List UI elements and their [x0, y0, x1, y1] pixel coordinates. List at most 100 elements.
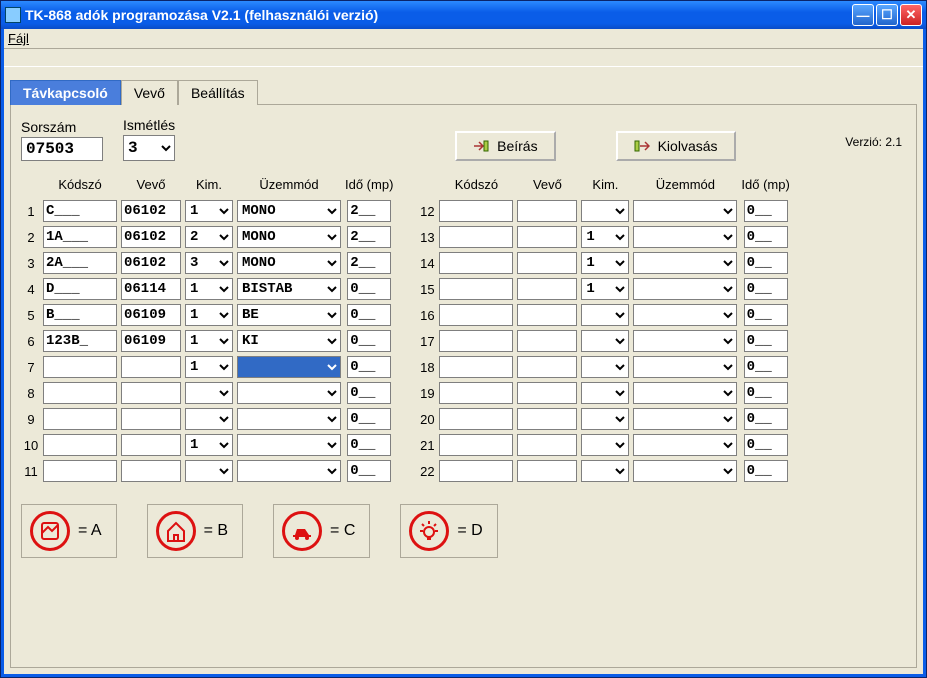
ido-input[interactable] — [347, 434, 391, 456]
kodszo-input[interactable] — [439, 408, 513, 430]
minimize-button[interactable]: — — [852, 4, 874, 26]
ido-input[interactable] — [744, 252, 788, 274]
uzemmod-select[interactable] — [237, 382, 341, 404]
kodszo-input[interactable] — [43, 434, 117, 456]
kim-select[interactable]: 1 — [185, 330, 233, 352]
kim-select[interactable]: 1 — [185, 356, 233, 378]
ismetles-select[interactable]: 3 — [123, 135, 175, 161]
vevo-input[interactable] — [121, 252, 181, 274]
kim-select[interactable] — [185, 460, 233, 482]
ido-input[interactable] — [744, 226, 788, 248]
kim-select[interactable] — [581, 434, 629, 456]
kim-select[interactable] — [581, 460, 629, 482]
kodszo-input[interactable] — [439, 252, 513, 274]
ido-input[interactable] — [347, 226, 391, 248]
vevo-input[interactable] — [517, 460, 577, 482]
kodszo-input[interactable] — [439, 304, 513, 326]
ido-input[interactable] — [744, 382, 788, 404]
vevo-input[interactable] — [517, 200, 577, 222]
kodszo-input[interactable] — [439, 330, 513, 352]
vevo-input[interactable] — [517, 330, 577, 352]
sorszam-input[interactable] — [21, 137, 103, 161]
vevo-input[interactable] — [517, 434, 577, 456]
kodszo-input[interactable] — [43, 382, 117, 404]
vevo-input[interactable] — [121, 434, 181, 456]
uzemmod-select[interactable] — [633, 200, 737, 222]
uzemmod-select[interactable] — [237, 460, 341, 482]
ido-input[interactable] — [347, 330, 391, 352]
vevo-input[interactable] — [517, 408, 577, 430]
kim-select[interactable] — [581, 330, 629, 352]
ido-input[interactable] — [347, 460, 391, 482]
ido-input[interactable] — [347, 252, 391, 274]
vevo-input[interactable] — [517, 252, 577, 274]
vevo-input[interactable] — [121, 460, 181, 482]
vevo-input[interactable] — [517, 278, 577, 300]
kim-select[interactable]: 1 — [185, 304, 233, 326]
kim-select[interactable]: 1 — [185, 278, 233, 300]
vevo-input[interactable] — [121, 356, 181, 378]
kim-select[interactable] — [581, 356, 629, 378]
vevo-input[interactable] — [517, 226, 577, 248]
vevo-input[interactable] — [121, 330, 181, 352]
maximize-button[interactable]: ☐ — [876, 4, 898, 26]
kodszo-input[interactable] — [43, 356, 117, 378]
uzemmod-select[interactable]: BE — [237, 304, 341, 326]
kodszo-input[interactable] — [439, 434, 513, 456]
kodszo-input[interactable] — [43, 278, 117, 300]
uzemmod-select[interactable] — [237, 434, 341, 456]
uzemmod-select[interactable] — [237, 356, 341, 378]
vevo-input[interactable] — [121, 200, 181, 222]
kodszo-input[interactable] — [43, 408, 117, 430]
ido-input[interactable] — [347, 278, 391, 300]
uzemmod-select[interactable]: MONO — [237, 226, 341, 248]
ido-input[interactable] — [744, 304, 788, 326]
kim-select[interactable]: 1 — [185, 434, 233, 456]
ido-input[interactable] — [347, 408, 391, 430]
ido-input[interactable] — [347, 382, 391, 404]
ido-input[interactable] — [744, 408, 788, 430]
menu-file[interactable]: Fájl — [8, 31, 29, 46]
uzemmod-select[interactable] — [633, 356, 737, 378]
kodszo-input[interactable] — [439, 382, 513, 404]
ido-input[interactable] — [347, 356, 391, 378]
tab-beallitas[interactable]: Beállítás — [178, 80, 258, 105]
kodszo-input[interactable] — [439, 226, 513, 248]
kodszo-input[interactable] — [43, 226, 117, 248]
vevo-input[interactable] — [121, 304, 181, 326]
uzemmod-select[interactable] — [633, 278, 737, 300]
ido-input[interactable] — [744, 356, 788, 378]
uzemmod-select[interactable] — [633, 460, 737, 482]
ido-input[interactable] — [744, 278, 788, 300]
uzemmod-select[interactable] — [633, 382, 737, 404]
uzemmod-select[interactable] — [633, 252, 737, 274]
ido-input[interactable] — [744, 434, 788, 456]
kim-select[interactable] — [581, 304, 629, 326]
vevo-input[interactable] — [121, 278, 181, 300]
kodszo-input[interactable] — [43, 200, 117, 222]
kim-select[interactable] — [581, 408, 629, 430]
uzemmod-select[interactable]: KI — [237, 330, 341, 352]
uzemmod-select[interactable] — [633, 226, 737, 248]
kodszo-input[interactable] — [439, 200, 513, 222]
ido-input[interactable] — [744, 200, 788, 222]
vevo-input[interactable] — [121, 408, 181, 430]
vevo-input[interactable] — [121, 226, 181, 248]
uzemmod-select[interactable] — [633, 330, 737, 352]
kim-select[interactable] — [581, 382, 629, 404]
vevo-input[interactable] — [517, 356, 577, 378]
ido-input[interactable] — [744, 330, 788, 352]
beiras-button[interactable]: Beírás — [455, 131, 555, 161]
kodszo-input[interactable] — [439, 278, 513, 300]
ido-input[interactable] — [347, 304, 391, 326]
vevo-input[interactable] — [517, 382, 577, 404]
vevo-input[interactable] — [517, 304, 577, 326]
kim-select[interactable]: 1 — [581, 252, 629, 274]
kim-select[interactable] — [185, 408, 233, 430]
kodszo-input[interactable] — [43, 460, 117, 482]
kim-select[interactable] — [581, 200, 629, 222]
uzemmod-select[interactable]: BISTAB — [237, 278, 341, 300]
ido-input[interactable] — [347, 200, 391, 222]
kodszo-input[interactable] — [439, 356, 513, 378]
kodszo-input[interactable] — [439, 460, 513, 482]
